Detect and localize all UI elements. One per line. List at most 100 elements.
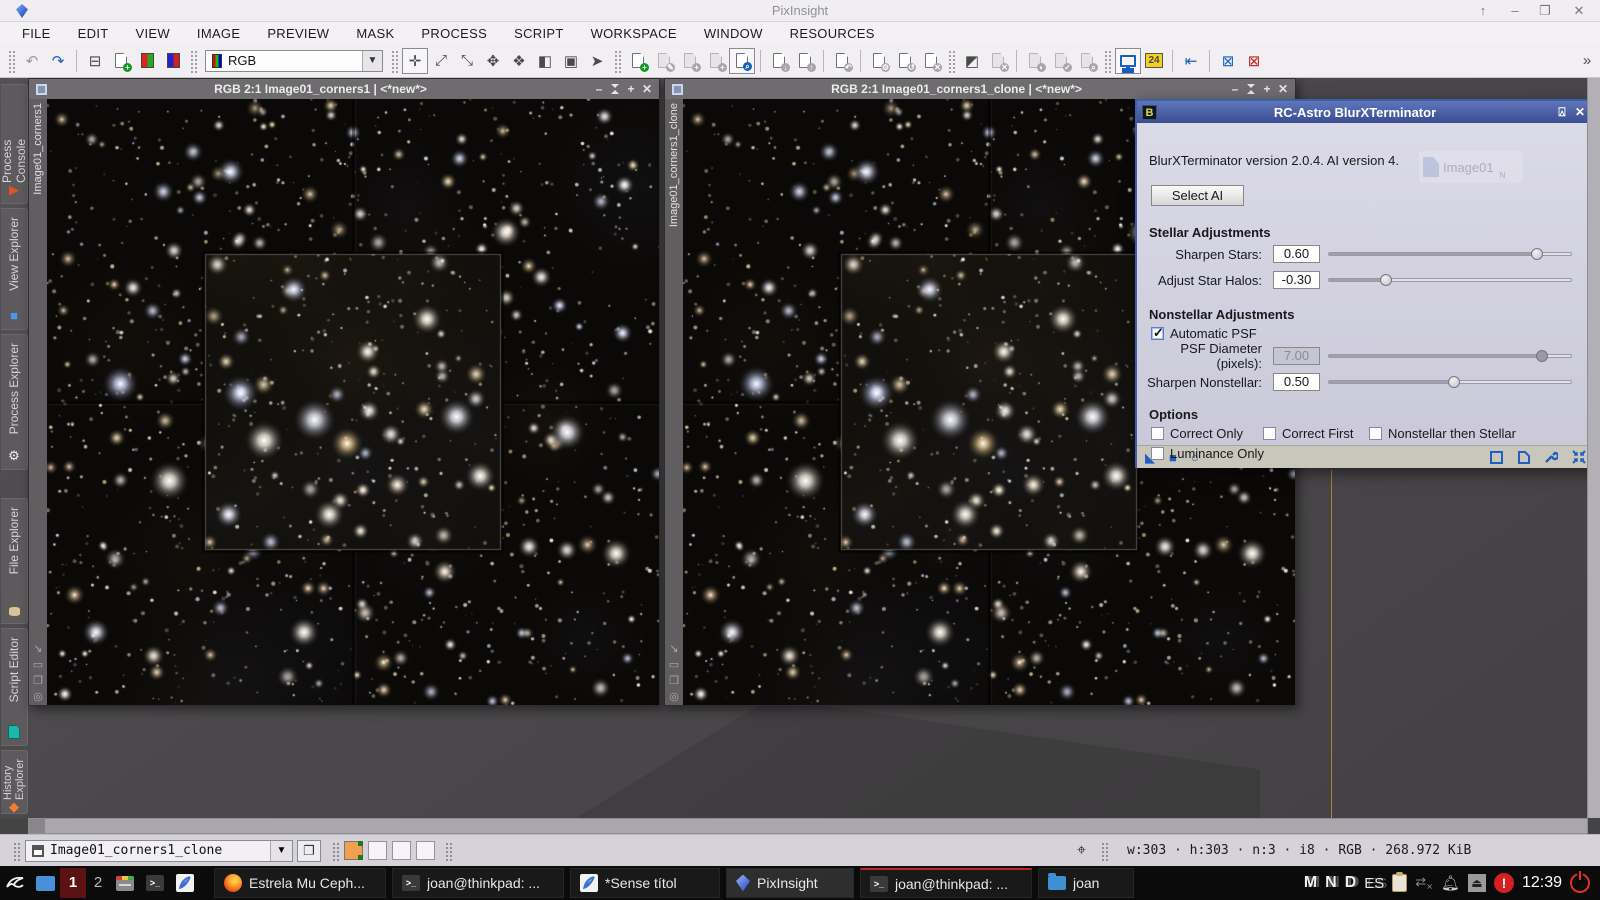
new-image-icon[interactable]: + <box>108 48 134 74</box>
browse-process-icon[interactable]: ⌕ <box>729 48 755 74</box>
luminance-only-checkbox[interactable]: Luminance Only <box>1151 446 1264 461</box>
mask-show-icon[interactable]: ◩ <box>959 48 985 74</box>
toolbar-grip[interactable] <box>12 841 21 861</box>
archive-launcher-icon[interactable] <box>110 868 140 898</box>
toolbar-grip[interactable] <box>1100 841 1109 861</box>
toolbar-grip[interactable] <box>1103 49 1112 73</box>
icc-profile-icon[interactable] <box>160 48 186 74</box>
workspace-4-button[interactable] <box>416 841 435 860</box>
workspace-pager-1[interactable]: 1 <box>60 868 86 898</box>
toolbar-overflow-chevron[interactable]: » <box>1574 48 1600 74</box>
image-identifier-icon[interactable]: ⊟ <box>82 48 108 74</box>
dock-dialog-icon[interactable]: ⍓ <box>1553 105 1571 120</box>
adjust-star-halos-input[interactable]: -0.30 <box>1273 271 1320 289</box>
correct-only-checkbox[interactable]: Correct Only <box>1151 426 1243 441</box>
shade-icon[interactable] <box>1246 84 1256 94</box>
wrench-icon[interactable] <box>1544 450 1558 464</box>
zoom-to-fit-icon[interactable]: ⤢ <box>428 48 454 74</box>
edit-process-icon[interactable]: ✎ <box>651 48 677 74</box>
workspace-2-button[interactable] <box>368 841 387 860</box>
starfield-image-1[interactable] <box>47 99 659 705</box>
menu-resources[interactable]: RESOURCES <box>790 26 875 41</box>
automatic-psf-checkbox[interactable]: Automatic PSF <box>1151 326 1257 341</box>
alert-icon[interactable]: ! <box>1494 873 1514 893</box>
undo-icon[interactable]: ↶ <box>19 48 45 74</box>
taskbar-window-pixinsight[interactable]: PixInsight <box>726 868 854 898</box>
documentation-icon[interactable] <box>1517 451 1530 464</box>
menu-process[interactable]: PROCESS <box>421 26 487 41</box>
mask-enable-icon[interactable]: ◐ <box>1022 48 1048 74</box>
shade-icon[interactable] <box>610 84 620 94</box>
maximize-icon[interactable]: + <box>1259 82 1275 96</box>
image-window-2-titlebar[interactable]: RGB 2:1 Image01_corners1_clone | <*new*>… <box>665 79 1295 99</box>
workspace-pager-2[interactable]: 2 <box>86 868 110 898</box>
toolbar-grip[interactable] <box>444 841 453 861</box>
tray-indicator-m[interactable]: M <box>1304 874 1317 892</box>
new-instance-square-icon[interactable] <box>1490 451 1503 464</box>
menu-edit[interactable]: EDIT <box>78 26 109 41</box>
pan-mode-icon[interactable]: ✛ <box>402 48 428 74</box>
workspace-3-button[interactable] <box>392 841 411 860</box>
new-process-icon[interactable]: + <box>625 48 651 74</box>
window-close-icon[interactable]: ✕ <box>1566 0 1592 22</box>
sidebar-item-script-editor[interactable]: Script Editor <box>1 628 28 746</box>
color-management-icon[interactable] <box>134 48 160 74</box>
file-download-icon[interactable]: ↓ <box>766 48 792 74</box>
zoom-out-fit-icon[interactable]: ⤡ <box>454 48 480 74</box>
view-selector-icon[interactable] <box>36 84 47 95</box>
sidebar-item-file-explorer[interactable]: File Explorer <box>1 498 28 624</box>
select-ai-button[interactable]: Select AI <box>1151 185 1244 206</box>
taskbar-window-joan-folder[interactable]: joan <box>1038 868 1134 898</box>
menu-file[interactable]: FILE <box>22 26 51 41</box>
close-all-windows-icon[interactable]: ⊠ <box>1241 48 1267 74</box>
toolbar-grip[interactable] <box>613 49 622 73</box>
file-upload-icon[interactable]: ↑ <box>792 48 818 74</box>
vertical-scrollbar[interactable] <box>1587 78 1600 818</box>
target-icon[interactable]: ◎ <box>669 689 679 705</box>
cursor-icon[interactable]: ➤ <box>584 48 610 74</box>
close-icon[interactable]: ✕ <box>639 82 655 96</box>
target-icon[interactable]: ◎ <box>33 689 43 705</box>
toolbar-grip[interactable] <box>947 49 956 73</box>
dialog-titlebar[interactable]: B RC-Astro BlurXTerminator ⍓ ✕ <box>1137 101 1594 123</box>
taskbar-window-terminal-2[interactable]: >_ joan@thinkpad: ... <box>860 868 1032 898</box>
menu-script[interactable]: SCRIPT <box>514 26 563 41</box>
toolbar-grip[interactable] <box>390 49 399 73</box>
clone-process-icon[interactable]: + <box>677 48 703 74</box>
minimize-icon[interactable]: – <box>591 82 607 96</box>
fit-view-icon[interactable]: ▭ <box>33 657 43 673</box>
menu-mask[interactable]: MASK <box>356 26 394 41</box>
window-restore-icon[interactable]: ❐ <box>1532 0 1558 22</box>
mask-remove-icon[interactable]: ✕ <box>985 48 1011 74</box>
menu-image[interactable]: IMAGE <box>197 26 240 41</box>
process-settings-icon[interactable]: ⚙ <box>866 48 892 74</box>
mask-select-icon[interactable]: ⌕ <box>1074 48 1100 74</box>
sharpen-nonstellar-input[interactable]: 0.50 <box>1273 373 1320 391</box>
toolbar-grip[interactable] <box>7 49 16 73</box>
fit-view-icon[interactable]: ▭ <box>669 657 679 673</box>
display-channel-selector[interactable]: RGB ▼ <box>205 50 383 72</box>
toolbar-grip[interactable] <box>331 841 340 861</box>
notifications-bell-icon[interactable]: 🔔︎ <box>1441 874 1460 892</box>
process-reset-icon[interactable]: ↺ <box>892 48 918 74</box>
tray-indicator-d[interactable]: D <box>1345 874 1357 892</box>
power-icon[interactable] <box>1570 873 1590 893</box>
cascade-icon[interactable]: ❐ <box>669 673 679 689</box>
taskbar-window-firefox[interactable]: Estrela Mu Ceph... <box>214 868 386 898</box>
clipboard-icon[interactable] <box>1392 874 1407 892</box>
keyboard-layout-indicator[interactable]: ES <box>1364 875 1384 892</box>
show-desktop-icon[interactable] <box>30 868 60 898</box>
close-window-icon[interactable]: ⊠ <box>1215 48 1241 74</box>
mask-invert-icon[interactable]: ✓ <box>1048 48 1074 74</box>
sidebar-item-history-explorer[interactable]: History Explorer ◆ <box>1 750 28 814</box>
sharpen-stars-input[interactable]: 0.60 <box>1273 245 1320 263</box>
window-manager-menu-icon[interactable] <box>0 868 30 898</box>
sidebar-item-view-explorer[interactable]: View Explorer ■ <box>1 208 28 330</box>
sidebar-item-process-explorer[interactable]: Process Explorer ⚙ <box>1 334 28 470</box>
terminal-launcher-icon[interactable]: >_ <box>140 868 170 898</box>
menu-workspace[interactable]: WORKSPACE <box>591 26 677 41</box>
image-window-1-titlebar[interactable]: RGB 2:1 Image01_corners1 | <*new*> – + ✕ <box>29 79 659 99</box>
taskbar-window-sense-titol[interactable]: *Sense títol <box>570 868 720 898</box>
sidebar-item-process-console[interactable]: Process Console ▶ <box>1 84 28 204</box>
toolbar-grip[interactable] <box>189 49 198 73</box>
